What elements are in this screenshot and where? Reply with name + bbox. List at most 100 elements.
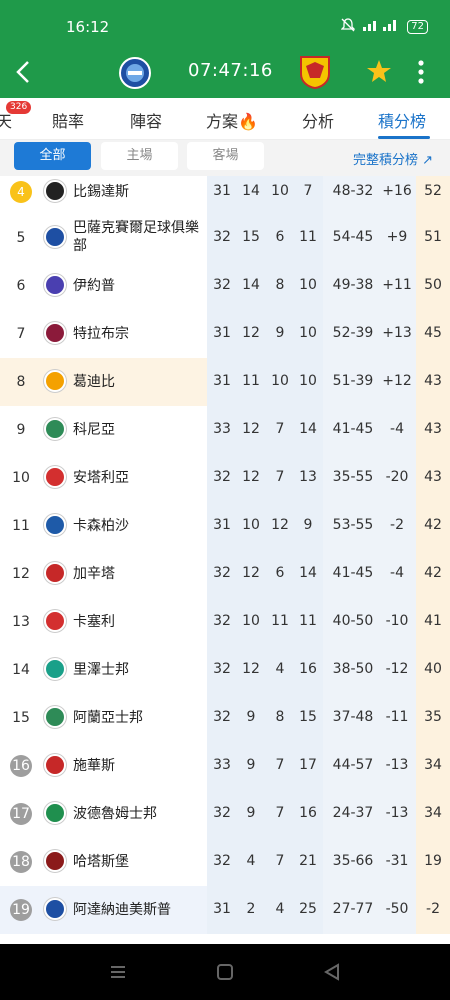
back-nav-icon[interactable] — [322, 962, 342, 982]
favorite-star-icon[interactable] — [366, 58, 392, 84]
more-menu-icon[interactable] — [416, 58, 426, 86]
full-standings-link[interactable]: 完整積分榜 ↗ — [353, 149, 433, 168]
stat-l: 10 — [299, 277, 317, 293]
team-crest-icon — [44, 418, 66, 440]
table-row[interactable]: 8 葛迪比 31 11 10 10 51-39 +12 43 — [0, 358, 450, 406]
team-name[interactable]: 阿蘭亞士邦 — [73, 709, 203, 727]
team-name[interactable]: 比錫達斯 — [73, 183, 203, 201]
table-row[interactable]: 5 巴薩克賽爾足球俱樂部 32 15 6 11 54-45 +9 51 — [0, 214, 450, 262]
away-team-crest[interactable] — [298, 54, 332, 90]
filter-home-button[interactable]: 主場 — [101, 142, 178, 170]
stat-l: 13 — [299, 469, 317, 485]
team-name[interactable]: 卡塞利 — [73, 613, 203, 631]
fire-icon: 🔥 — [238, 112, 258, 131]
table-row[interactable]: 14 里澤士邦 32 12 4 16 38-50 -12 40 — [0, 646, 450, 694]
tab-odds[interactable]: 賠率 — [52, 108, 84, 132]
team-name[interactable]: 伊約普 — [73, 277, 203, 295]
table-row[interactable]: 6 伊約普 32 14 8 10 49-38 +11 50 — [0, 262, 450, 310]
team-crest-icon — [44, 754, 66, 776]
stat-pts: 19 — [424, 853, 442, 869]
stat-pts: 45 — [424, 325, 442, 341]
home-team-crest[interactable] — [118, 56, 152, 90]
rank-number: 5 — [16, 230, 26, 246]
team-name[interactable]: 里澤士邦 — [73, 661, 203, 679]
tab-plans[interactable]: 方案🔥 — [206, 108, 258, 132]
table-row[interactable]: 11 卡森柏沙 31 10 12 9 53-55 -2 42 — [0, 502, 450, 550]
filter-away-button[interactable]: 客場 — [187, 142, 264, 170]
recent-apps-icon[interactable] — [108, 962, 128, 982]
stat-p: 32 — [213, 469, 231, 485]
table-row[interactable]: 19 阿達納迪美斯普 31 2 4 25 27-77 -50 -2 — [0, 886, 450, 934]
stat-gf: 38-50 — [332, 661, 374, 677]
tab-plans-label: 方案 — [206, 112, 239, 131]
tab-standings[interactable]: 積分榜 — [378, 108, 426, 132]
stat-l: 10 — [299, 325, 317, 341]
stat-gd: -10 — [385, 613, 409, 629]
tab-lineup[interactable]: 陣容 — [130, 108, 162, 132]
stat-d: 7 — [275, 805, 285, 821]
back-button[interactable] — [12, 58, 36, 86]
rank-number: 4 — [10, 181, 32, 203]
stat-gf: 41-45 — [332, 565, 374, 581]
stat-l: 17 — [299, 757, 317, 773]
active-tab-indicator — [378, 136, 430, 139]
stat-p: 33 — [213, 421, 231, 437]
rank-number: 18 — [10, 851, 32, 873]
stat-l: 11 — [299, 229, 317, 245]
filter-row: 全部 主場 客場 完整積分榜 ↗ — [0, 140, 450, 176]
table-row[interactable]: 17 波德魯姆士邦 32 9 7 16 24-37 -13 34 — [0, 790, 450, 838]
team-name[interactable]: 加辛塔 — [73, 565, 203, 583]
stat-w: 12 — [242, 661, 260, 677]
table-row[interactable]: 15 阿蘭亞士邦 32 9 8 15 37-48 -11 35 — [0, 694, 450, 742]
team-crest-icon — [44, 898, 66, 920]
table-row[interactable]: 16 施華斯 33 9 7 17 44-57 -13 34 — [0, 742, 450, 790]
stat-l: 16 — [299, 805, 317, 821]
team-name[interactable]: 巴薩克賽爾足球俱樂部 — [73, 219, 203, 255]
stat-pts: 43 — [424, 469, 442, 485]
team-name[interactable]: 波德魯姆士邦 — [73, 805, 203, 823]
rank-number: 6 — [16, 278, 26, 294]
stat-gd: -13 — [385, 757, 409, 773]
stat-gf: 27-77 — [332, 901, 374, 917]
stat-d: 4 — [275, 901, 285, 917]
team-crest-icon — [44, 706, 66, 728]
team-name[interactable]: 安塔利亞 — [73, 469, 203, 487]
team-name[interactable]: 卡森柏沙 — [73, 517, 203, 535]
stat-gd: +13 — [382, 325, 412, 341]
mute-icon — [340, 18, 356, 35]
stat-l: 9 — [303, 517, 313, 533]
team-name[interactable]: 科尼亞 — [73, 421, 203, 439]
team-name[interactable]: 特拉布宗 — [73, 325, 203, 343]
rank-number: 7 — [16, 326, 26, 342]
stat-w: 9 — [246, 757, 256, 773]
tab-bar: 天 賠率 陣容 方案🔥 分析 積分榜 — [0, 98, 450, 140]
table-row[interactable]: 9 科尼亞 33 12 7 14 41-45 -4 43 — [0, 406, 450, 454]
table-row[interactable]: 7 特拉布宗 31 12 9 10 52-39 +13 45 — [0, 310, 450, 358]
stat-pts: 34 — [424, 757, 442, 773]
team-name[interactable]: 施華斯 — [73, 757, 203, 775]
home-icon[interactable] — [215, 962, 235, 982]
team-name[interactable]: 哈塔斯堡 — [73, 853, 203, 871]
team-name[interactable]: 阿達納迪美斯普 — [73, 901, 203, 919]
stat-pts: 43 — [424, 373, 442, 389]
stat-gd: +16 — [382, 183, 412, 199]
table-row[interactable]: 10 安塔利亞 32 12 7 13 35-55 -20 43 — [0, 454, 450, 502]
rank-number: 10 — [12, 470, 30, 486]
stat-w: 12 — [242, 469, 260, 485]
stat-d: 4 — [275, 661, 285, 677]
stat-gf: 41-45 — [332, 421, 374, 437]
table-row[interactable]: 18 哈塔斯堡 32 4 7 21 35-66 -31 19 — [0, 838, 450, 886]
stat-pts: 34 — [424, 805, 442, 821]
stat-pts: 42 — [424, 565, 442, 581]
rank-number: 13 — [12, 614, 30, 630]
filter-all-button[interactable]: 全部 — [14, 142, 91, 170]
tab-analysis[interactable]: 分析 — [302, 108, 334, 132]
table-row[interactable]: 12 加辛塔 32 12 6 14 41-45 -4 42 — [0, 550, 450, 598]
rank-number: 12 — [12, 566, 30, 582]
stat-gd: +12 — [382, 373, 412, 389]
table-row[interactable]: 13 卡塞利 32 10 11 11 40-50 -10 41 — [0, 598, 450, 646]
stat-l: 14 — [299, 565, 317, 581]
stat-w: 12 — [242, 325, 260, 341]
team-name[interactable]: 葛迪比 — [73, 373, 203, 391]
table-row[interactable]: 4 比錫達斯 31 14 10 7 48-32 +16 52 — [0, 176, 450, 216]
